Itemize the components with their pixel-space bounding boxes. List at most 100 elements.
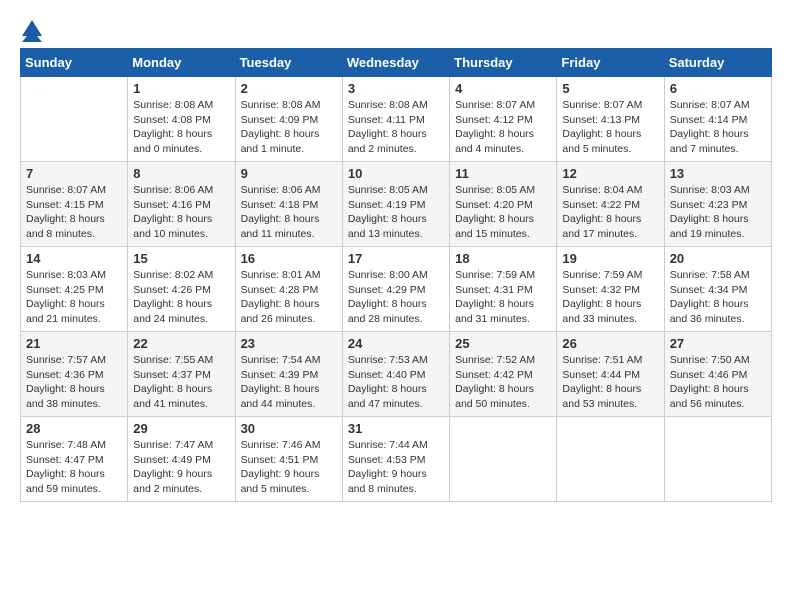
calendar-cell [664, 417, 771, 502]
calendar-cell: 3 Sunrise: 8:08 AMSunset: 4:11 PMDaylight… [342, 77, 449, 162]
day-number: 13 [670, 166, 766, 181]
calendar-cell: 1 Sunrise: 8:08 AMSunset: 4:08 PMDaylight… [128, 77, 235, 162]
day-number: 14 [26, 251, 122, 266]
page-header [20, 20, 772, 38]
day-number: 21 [26, 336, 122, 351]
day-info: Sunrise: 8:07 AMSunset: 4:13 PMDaylight:… [562, 98, 658, 157]
day-info: Sunrise: 7:59 AMSunset: 4:32 PMDaylight:… [562, 268, 658, 327]
day-number: 25 [455, 336, 551, 351]
calendar-cell [557, 417, 664, 502]
day-info: Sunrise: 8:00 AMSunset: 4:29 PMDaylight:… [348, 268, 444, 327]
logo [20, 20, 44, 38]
calendar-cell: 25 Sunrise: 7:52 AMSunset: 4:42 PMDayligh… [450, 332, 557, 417]
day-number: 15 [133, 251, 229, 266]
weekday-header-sunday: Sunday [21, 49, 128, 77]
calendar-cell: 6Sunrise: 8:07 AMSunset: 4:14 PMDaylight… [664, 77, 771, 162]
day-number: 8 [133, 166, 229, 181]
day-number: 5 [562, 81, 658, 96]
week-row-3: 14 Sunrise: 8:03 AMSunset: 4:25 PMDayligh… [21, 247, 772, 332]
day-info: Sunrise: 8:07 AMSunset: 4:15 PMDaylight:… [26, 183, 122, 242]
day-number: 10 [348, 166, 444, 181]
calendar-cell [21, 77, 128, 162]
day-number: 22 [133, 336, 229, 351]
day-number: 30 [241, 421, 337, 436]
week-row-5: 28 Sunrise: 7:48 AMSunset: 4:47 PMDayligh… [21, 417, 772, 502]
week-row-4: 21 Sunrise: 7:57 AMSunset: 4:36 PMDayligh… [21, 332, 772, 417]
week-row-1: 1 Sunrise: 8:08 AMSunset: 4:08 PMDaylight… [21, 77, 772, 162]
calendar-cell: 15 Sunrise: 8:02 AMSunset: 4:26 PMDayligh… [128, 247, 235, 332]
weekday-header-tuesday: Tuesday [235, 49, 342, 77]
day-info: Sunrise: 8:08 AMSunset: 4:11 PMDaylight:… [348, 98, 444, 157]
day-number: 18 [455, 251, 551, 266]
day-number: 16 [241, 251, 337, 266]
day-info: Sunrise: 7:52 AMSunset: 4:42 PMDaylight:… [455, 353, 551, 412]
calendar-cell: 30 Sunrise: 7:46 AMSunset: 4:51 PMDayligh… [235, 417, 342, 502]
weekday-header-wednesday: Wednesday [342, 49, 449, 77]
calendar-cell: 22 Sunrise: 7:55 AMSunset: 4:37 PMDayligh… [128, 332, 235, 417]
logo-icon [22, 20, 44, 42]
calendar-cell: 27Sunrise: 7:50 AMSunset: 4:46 PMDayligh… [664, 332, 771, 417]
calendar-cell: 8 Sunrise: 8:06 AMSunset: 4:16 PMDaylight… [128, 162, 235, 247]
calendar-cell: 29 Sunrise: 7:47 AMSunset: 4:49 PMDayligh… [128, 417, 235, 502]
calendar-cell: 13 Sunrise: 8:03 AMSunset: 4:23 PMDayligh… [664, 162, 771, 247]
day-number: 24 [348, 336, 444, 351]
day-info: Sunrise: 8:05 AMSunset: 4:19 PMDaylight:… [348, 183, 444, 242]
weekday-header-monday: Monday [128, 49, 235, 77]
calendar-cell: 21 Sunrise: 7:57 AMSunset: 4:36 PMDayligh… [21, 332, 128, 417]
day-info: Sunrise: 7:44 AMSunset: 4:53 PMDaylight:… [348, 438, 444, 497]
calendar-cell: 20 Sunrise: 7:58 AMSunset: 4:34 PMDayligh… [664, 247, 771, 332]
calendar-cell: 4Sunrise: 8:07 AMSunset: 4:12 PMDaylight… [450, 77, 557, 162]
day-info: Sunrise: 8:07 AMSunset: 4:14 PMDaylight:… [670, 98, 766, 157]
day-number: 26 [562, 336, 658, 351]
calendar-cell: 5 Sunrise: 8:07 AMSunset: 4:13 PMDaylight… [557, 77, 664, 162]
calendar-cell: 10 Sunrise: 8:05 AMSunset: 4:19 PMDayligh… [342, 162, 449, 247]
day-info: Sunrise: 8:08 AMSunset: 4:09 PMDaylight:… [241, 98, 337, 157]
day-info: Sunrise: 8:06 AMSunset: 4:18 PMDaylight:… [241, 183, 337, 242]
day-number: 9 [241, 166, 337, 181]
day-number: 3 [348, 81, 444, 96]
day-info: Sunrise: 7:47 AMSunset: 4:49 PMDaylight:… [133, 438, 229, 497]
day-number: 29 [133, 421, 229, 436]
calendar-cell: 7 Sunrise: 8:07 AMSunset: 4:15 PMDaylight… [21, 162, 128, 247]
weekday-header-thursday: Thursday [450, 49, 557, 77]
day-info: Sunrise: 8:05 AMSunset: 4:20 PMDaylight:… [455, 183, 551, 242]
day-info: Sunrise: 7:53 AMSunset: 4:40 PMDaylight:… [348, 353, 444, 412]
calendar-cell: 31 Sunrise: 7:44 AMSunset: 4:53 PMDayligh… [342, 417, 449, 502]
day-number: 1 [133, 81, 229, 96]
calendar-cell: 17Sunrise: 8:00 AMSunset: 4:29 PMDayligh… [342, 247, 449, 332]
day-info: Sunrise: 7:54 AMSunset: 4:39 PMDaylight:… [241, 353, 337, 412]
day-number: 7 [26, 166, 122, 181]
day-info: Sunrise: 8:03 AMSunset: 4:25 PMDaylight:… [26, 268, 122, 327]
day-number: 2 [241, 81, 337, 96]
day-info: Sunrise: 8:02 AMSunset: 4:26 PMDaylight:… [133, 268, 229, 327]
day-number: 11 [455, 166, 551, 181]
calendar-cell: 16Sunrise: 8:01 AMSunset: 4:28 PMDayligh… [235, 247, 342, 332]
day-info: Sunrise: 7:55 AMSunset: 4:37 PMDaylight:… [133, 353, 229, 412]
day-info: Sunrise: 7:51 AMSunset: 4:44 PMDaylight:… [562, 353, 658, 412]
day-number: 31 [348, 421, 444, 436]
day-info: Sunrise: 7:58 AMSunset: 4:34 PMDaylight:… [670, 268, 766, 327]
day-info: Sunrise: 8:08 AMSunset: 4:08 PMDaylight:… [133, 98, 229, 157]
calendar-cell [450, 417, 557, 502]
calendar-table: SundayMondayTuesdayWednesdayThursdayFrid… [20, 48, 772, 502]
day-info: Sunrise: 8:04 AMSunset: 4:22 PMDaylight:… [562, 183, 658, 242]
day-number: 12 [562, 166, 658, 181]
week-row-2: 7 Sunrise: 8:07 AMSunset: 4:15 PMDaylight… [21, 162, 772, 247]
calendar-cell: 23Sunrise: 7:54 AMSunset: 4:39 PMDayligh… [235, 332, 342, 417]
day-number: 28 [26, 421, 122, 436]
day-info: Sunrise: 7:57 AMSunset: 4:36 PMDaylight:… [26, 353, 122, 412]
calendar-cell: 24 Sunrise: 7:53 AMSunset: 4:40 PMDayligh… [342, 332, 449, 417]
weekday-header-friday: Friday [557, 49, 664, 77]
calendar-cell: 2 Sunrise: 8:08 AMSunset: 4:09 PMDaylight… [235, 77, 342, 162]
weekday-header-saturday: Saturday [664, 49, 771, 77]
day-info: Sunrise: 8:03 AMSunset: 4:23 PMDaylight:… [670, 183, 766, 242]
calendar-cell: 11 Sunrise: 8:05 AMSunset: 4:20 PMDayligh… [450, 162, 557, 247]
day-info: Sunrise: 7:48 AMSunset: 4:47 PMDaylight:… [26, 438, 122, 497]
day-info: Sunrise: 7:59 AMSunset: 4:31 PMDaylight:… [455, 268, 551, 327]
day-info: Sunrise: 7:46 AMSunset: 4:51 PMDaylight:… [241, 438, 337, 497]
day-info: Sunrise: 8:06 AMSunset: 4:16 PMDaylight:… [133, 183, 229, 242]
days-of-week-row: SundayMondayTuesdayWednesdayThursdayFrid… [21, 49, 772, 77]
day-info: Sunrise: 8:07 AMSunset: 4:12 PMDaylight:… [455, 98, 551, 157]
day-number: 20 [670, 251, 766, 266]
day-number: 19 [562, 251, 658, 266]
